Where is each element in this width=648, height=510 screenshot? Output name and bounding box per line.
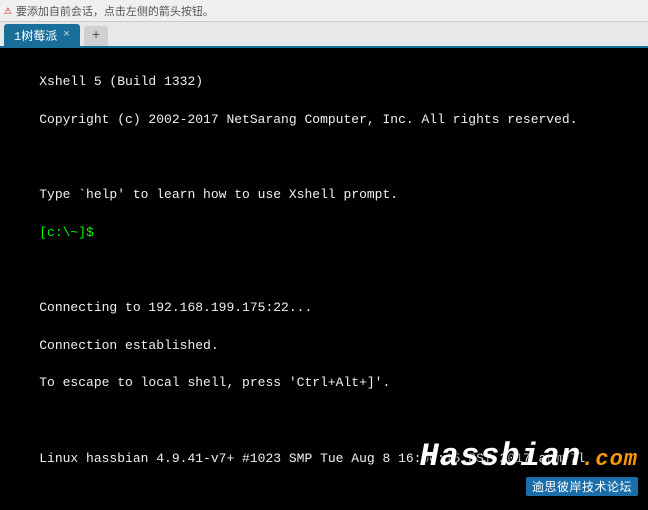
terminal-area[interactable]: Xshell 5 (Build 1332) Copyright (c) 2002… — [0, 48, 648, 510]
escape-hint: To escape to local shell, press 'Ctrl+Al… — [39, 375, 390, 390]
local-prompt: [c:\~]$ — [39, 225, 94, 240]
warning-icon: ⚠ — [4, 3, 12, 18]
top-bar: ⚠ 要添加自前会话，点击左侧的箭头按钮。 — [0, 0, 648, 22]
tab-add-button[interactable]: + — [84, 26, 108, 46]
com-text: .com — [581, 447, 638, 472]
watermark-subtitle: 逾思彼岸技术论坛 — [526, 477, 638, 496]
tab-close-icon[interactable]: × — [63, 29, 70, 41]
watermark: Hassbian.com 逾思彼岸技术论坛 — [420, 438, 638, 496]
header-line1: Xshell 5 (Build 1332) — [39, 74, 203, 89]
tab-label: 1树莓派 — [14, 27, 57, 44]
watermark-brand: Hassbian.com — [420, 438, 638, 475]
tab-bar: 1树莓派 × + — [0, 22, 648, 48]
established: Connection established. — [39, 338, 218, 353]
top-bar-message: 要添加自前会话，点击左侧的箭头按钮。 — [16, 3, 214, 19]
brand-text: Hassbian — [420, 438, 582, 475]
tab-active[interactable]: 1树莓派 × — [4, 24, 80, 46]
connecting: Connecting to 192.168.199.175:22... — [39, 300, 312, 315]
header-line2: Copyright (c) 2002-2017 NetSarang Comput… — [39, 112, 577, 127]
help-prompt: Type `help' to learn how to use Xshell p… — [39, 187, 398, 202]
